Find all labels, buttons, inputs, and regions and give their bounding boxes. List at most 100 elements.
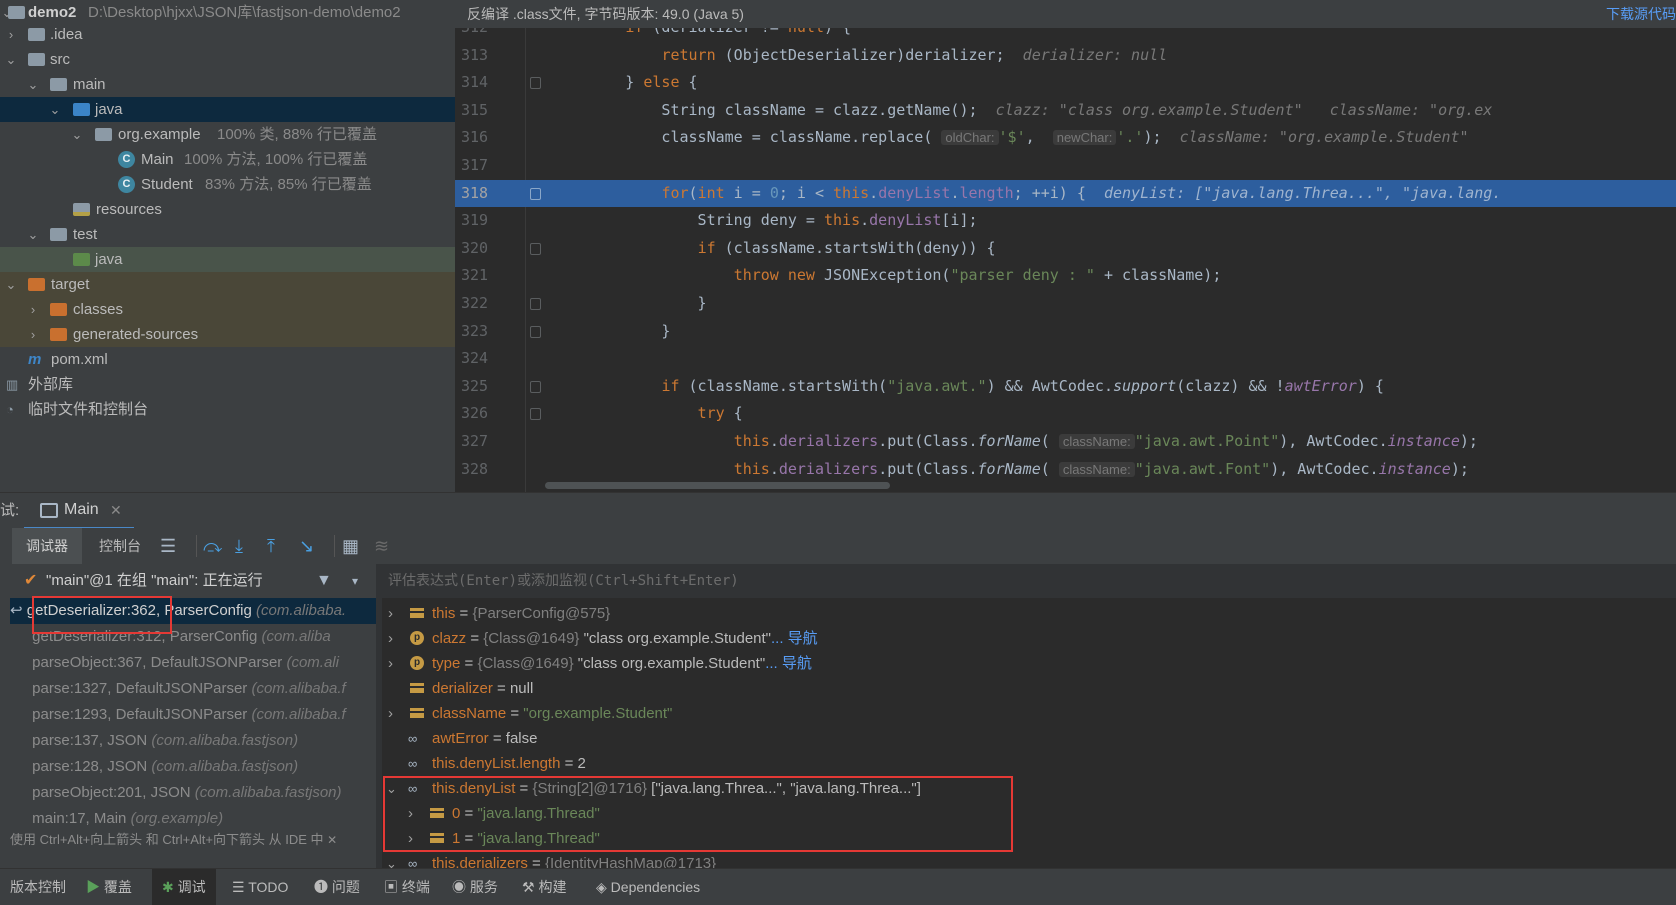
- chevron-down-icon[interactable]: ▾: [352, 564, 358, 598]
- code-editor[interactable]: 反编译 .class文件, 字节码版本: 49.0 (Java 5) 下载源代码…: [455, 0, 1676, 492]
- variable-row[interactable]: › className = "org.example.Student": [382, 701, 1676, 726]
- frame-package: (com.alibaba.fastjson): [194, 784, 342, 801]
- stack-frame[interactable]: parseObject:367, DefaultJSONParser (com.…: [10, 650, 376, 676]
- chevron-right-icon[interactable]: ›: [4, 22, 18, 47]
- toolbar-divider: [196, 535, 197, 557]
- variable-row[interactable]: › this = {ParserConfig@575}: [382, 601, 1676, 626]
- close-icon[interactable]: ✕: [110, 493, 122, 527]
- trace-icon[interactable]: ≋: [374, 528, 389, 564]
- layout-icon[interactable]: ☰: [160, 528, 176, 564]
- chevron-right-icon[interactable]: ›: [388, 601, 393, 626]
- navigate-link[interactable]: ... 导航: [765, 655, 812, 672]
- inline-value-hint: className: "org.ex: [1329, 100, 1493, 119]
- thread-selector[interactable]: ✔ "main"@1 在组 "main": 正在运行 ▼ ▾: [0, 564, 376, 598]
- frame-method: parse:1293, DefaultJSONParser: [32, 706, 248, 723]
- chevron-right-icon[interactable]: ›: [388, 701, 393, 726]
- tree-item-external-libs[interactable]: ▥ 外部库: [0, 372, 455, 397]
- field-icon: [410, 608, 424, 618]
- tab-console[interactable]: 控制台: [85, 528, 155, 564]
- tool-coverage[interactable]: ▶ 覆盖: [86, 869, 132, 905]
- chevron-down-icon[interactable]: ⌄: [4, 47, 18, 72]
- horizontal-scrollbar[interactable]: [545, 482, 890, 489]
- tree-item-label: 外部库: [28, 376, 74, 393]
- variable-row[interactable]: ⌄ ∞ this.derializers = {IdentityHashMap@17…: [382, 851, 1676, 868]
- frame-package: (com.alibaba.f: [251, 706, 346, 723]
- frame-package: (com.aliba: [261, 628, 331, 645]
- tree-item-test[interactable]: ⌄ test: [0, 222, 455, 247]
- tree-item-main[interactable]: ⌄ main: [0, 72, 455, 97]
- param-hint: className:: [1058, 434, 1135, 449]
- chevron-right-icon[interactable]: ›: [26, 297, 40, 322]
- variable-row[interactable]: derializer = null: [382, 676, 1676, 701]
- chevron-down-icon[interactable]: ⌄: [26, 72, 40, 97]
- chevron-down-icon[interactable]: ⌄: [386, 851, 397, 868]
- frame-package: (com.alibaba.fastjson): [151, 758, 299, 775]
- chevron-down-icon[interactable]: ⌄: [4, 272, 18, 297]
- tree-item-classes[interactable]: › classes: [0, 297, 455, 322]
- tree-item-student-class[interactable]: C Student 83% 方法, 85% 行已覆盖: [0, 172, 455, 197]
- tool-build[interactable]: ⚒ 构建: [522, 869, 566, 905]
- stack-frame[interactable]: parseObject:201, JSON (com.alibaba.fastj…: [10, 780, 376, 806]
- navigate-link[interactable]: ... 导航: [771, 630, 818, 647]
- code-line: 325 if (className.startsWith("java.awt."…: [455, 373, 1676, 401]
- code-line: 326 try {: [455, 400, 1676, 428]
- tree-item-java-test[interactable]: java: [0, 247, 455, 272]
- tool-terminal[interactable]: ▣ 终端: [384, 869, 430, 905]
- tab-main-session[interactable]: Main ✕: [24, 493, 134, 530]
- tree-item-idea[interactable]: › .idea: [0, 22, 455, 47]
- download-sources-link[interactable]: 下载源代码: [1606, 0, 1676, 28]
- stack-frame[interactable]: parse:128, JSON (com.alibaba.fastjson): [10, 754, 376, 780]
- dependencies-icon: ◈: [596, 879, 607, 895]
- tool-problems[interactable]: ❶ 问题: [314, 869, 360, 905]
- step-into-icon[interactable]: ⤓: [235, 528, 243, 564]
- variable-row[interactable]: › p clazz = {Class@1649} "class org.exampl…: [382, 626, 1676, 651]
- variable-name: this.denyList.length: [432, 755, 561, 772]
- inline-value-hint: denyList: ["java.lang.Threa...", "java.l…: [1103, 183, 1502, 202]
- tree-item-org-example[interactable]: ⌄ org.example 100% 类, 88% 行已覆盖: [0, 122, 455, 147]
- tree-item-target[interactable]: ⌄ target: [0, 272, 455, 297]
- tool-todo[interactable]: ☰ TODO: [232, 869, 288, 905]
- chevron-down-icon[interactable]: ⌄: [70, 122, 84, 147]
- coverage-label: 100% 方法, 100% 行已覆盖: [184, 151, 368, 168]
- variable-value: "class org.example.Student": [579, 630, 772, 647]
- chevron-right-icon[interactable]: ›: [26, 322, 40, 347]
- maven-icon: m: [28, 351, 42, 368]
- code-line: 314 } else {: [455, 69, 1676, 97]
- line-number: 323: [461, 321, 489, 340]
- toolbar-divider: [334, 535, 335, 557]
- tree-item-scratches[interactable]: ◔ 临时文件和控制台: [0, 397, 455, 422]
- services-icon: ◉: [452, 879, 466, 895]
- evaluate-expression-icon[interactable]: ▦: [342, 528, 359, 564]
- tab-debugger[interactable]: 调试器: [12, 528, 82, 564]
- line-number: 319: [461, 211, 489, 230]
- evaluate-expression-input[interactable]: 评估表达式(Enter)或添加监视(Ctrl+Shift+Enter): [382, 564, 1676, 598]
- tree-item-java-main[interactable]: ⌄ java: [0, 97, 455, 122]
- code-line: 322 }: [455, 290, 1676, 318]
- tree-item-src[interactable]: ⌄ src: [0, 47, 455, 72]
- chevron-right-icon[interactable]: ›: [388, 626, 393, 651]
- step-over-icon[interactable]: ⤼: [203, 528, 222, 564]
- tree-item-main-class[interactable]: C Main 100% 方法, 100% 行已覆盖: [0, 147, 455, 172]
- tool-services[interactable]: ◉ 服务: [452, 869, 498, 905]
- tree-item-pom[interactable]: m pom.xml: [0, 347, 455, 372]
- step-out-icon[interactable]: ⤒: [267, 528, 275, 564]
- chevron-right-icon[interactable]: ›: [388, 651, 393, 676]
- stack-frame[interactable]: parse:1293, DefaultJSONParser (com.aliba…: [10, 702, 376, 728]
- chevron-down-icon[interactable]: ⌄: [26, 222, 40, 247]
- tool-dependencies[interactable]: ◈ Dependencies: [596, 869, 700, 905]
- stack-frame[interactable]: parse:137, JSON (com.alibaba.fastjson): [10, 728, 376, 754]
- chevron-down-icon[interactable]: ⌄: [48, 97, 62, 122]
- code-line: 321 throw new JSONException("parser deny…: [455, 262, 1676, 290]
- run-to-cursor-icon[interactable]: ↘: [299, 528, 314, 564]
- stack-frame[interactable]: parse:1327, DefaultJSONParser (com.aliba…: [10, 676, 376, 702]
- tree-item-resources[interactable]: resources: [0, 197, 455, 222]
- tool-debug[interactable]: ✱ 调试: [152, 869, 216, 905]
- variable-row[interactable]: › p type = {Class@1649} "class org.example…: [382, 651, 1676, 676]
- tree-item-generated-sources[interactable]: › generated-sources: [0, 322, 455, 347]
- variable-row[interactable]: ∞ this.denyList.length = 2: [382, 751, 1676, 776]
- filter-icon[interactable]: ▼: [316, 564, 332, 598]
- variable-row[interactable]: ∞ awtError = false: [382, 726, 1676, 751]
- tool-version-control[interactable]: 版本控制: [10, 869, 66, 905]
- thread-label: "main"@1 在组 "main": 正在运行: [46, 572, 263, 589]
- code-area[interactable]: 312 if (derializer != null) { 313 return…: [455, 28, 1676, 492]
